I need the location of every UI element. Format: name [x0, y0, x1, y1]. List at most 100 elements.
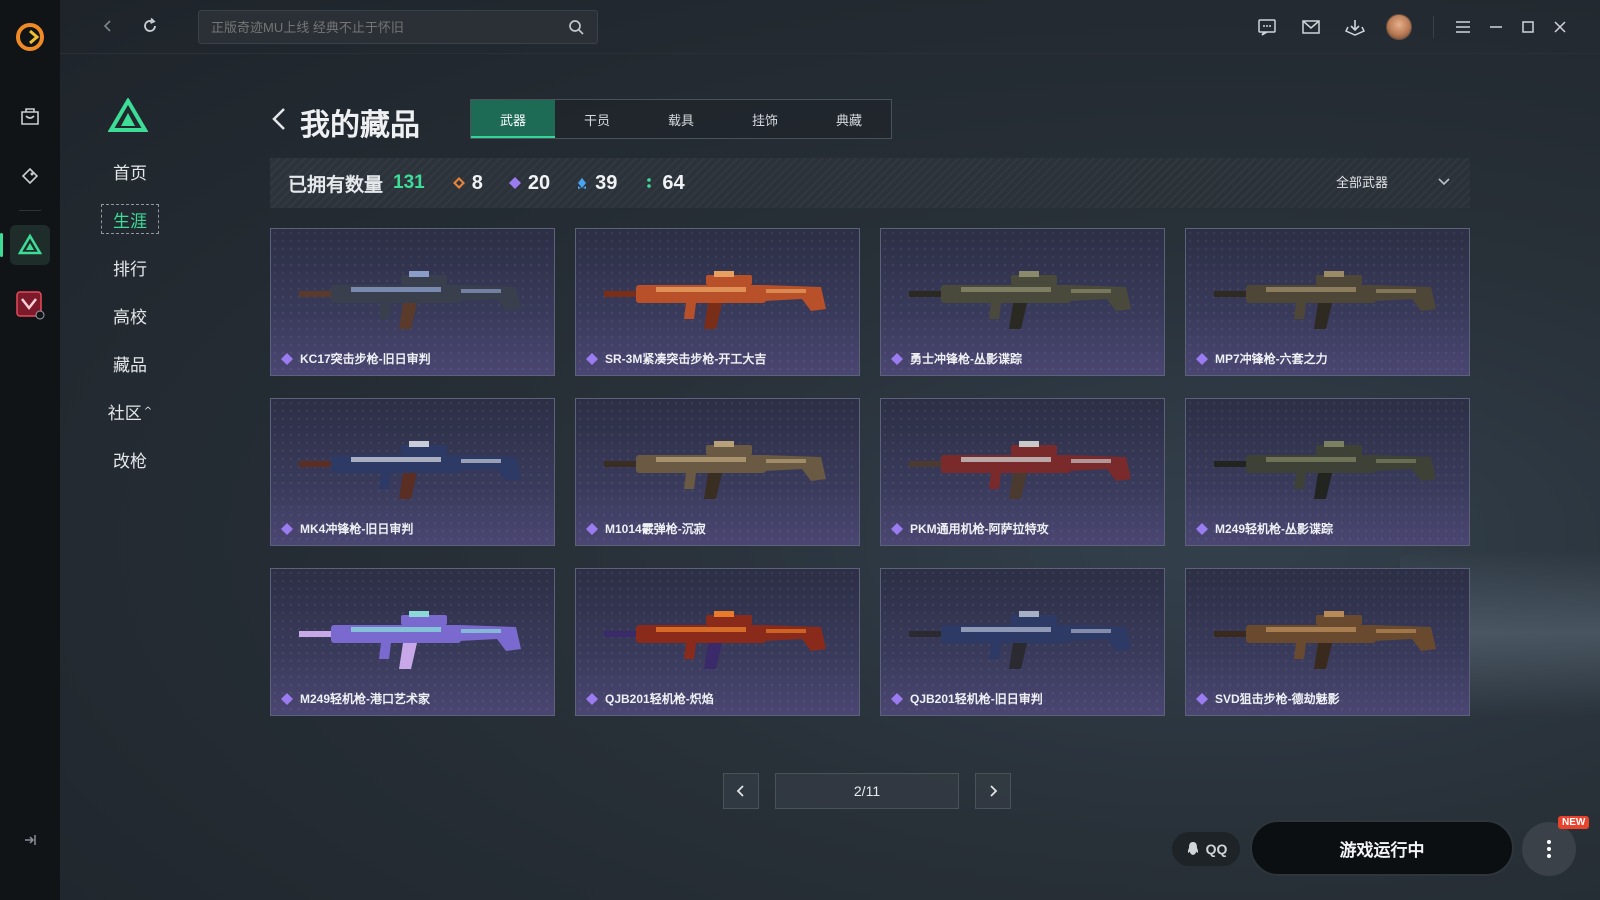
item-label: M249轻机枪-港口艺术家 — [281, 690, 430, 707]
sidebar-item-label: 高校 — [113, 307, 147, 328]
sidebar-item-home[interactable]: 首页 — [100, 156, 160, 186]
rarity-diamond-icon — [586, 692, 598, 705]
search-icon[interactable] — [567, 18, 585, 36]
tier-count: 64 — [662, 171, 685, 194]
tab-weapons[interactable]: 武器 — [471, 100, 555, 138]
green-dots-icon — [647, 178, 652, 188]
sidebar-item-collection[interactable]: 藏品 — [100, 348, 160, 378]
chevron-up-icon: ^ — [143, 405, 153, 417]
item-name: M249轻机枪-丛影谍踪 — [1215, 522, 1334, 536]
weapon-image — [1214, 611, 1436, 669]
item-name: SR-3M紧凑突击步枪-开工大吉 — [605, 352, 767, 366]
weapon-image — [604, 271, 826, 329]
expand-sidebar-icon[interactable] — [10, 820, 50, 860]
new-badge: NEW — [1558, 816, 1590, 829]
tab-charms[interactable]: 挂饰 — [723, 100, 807, 138]
maximize-icon[interactable] — [1512, 12, 1544, 42]
weapon-image — [299, 441, 521, 499]
collection-card[interactable]: QJB201轻机枪-旧日审判 — [880, 568, 1165, 716]
more-options-button[interactable] — [1522, 822, 1576, 876]
collection-card[interactable]: MK4冲锋枪-旧日审判 — [270, 398, 555, 546]
collection-card[interactable]: SVD狙击步枪-德劫魅影 — [1185, 568, 1470, 716]
rarity-diamond-icon — [281, 522, 293, 535]
sidebar-item-ranking[interactable]: 排行 — [100, 252, 160, 282]
orange-diamond-icon — [452, 177, 465, 189]
delta-force-logo-icon — [108, 98, 148, 132]
item-label: 勇士冲锋枪-丛影谍踪 — [891, 350, 1022, 367]
tab-vehicles[interactable]: 载具 — [639, 100, 723, 138]
refresh-icon[interactable] — [138, 14, 162, 38]
collection-grid: KC17突击步枪-旧日审判 SR-3M紧凑突击步枪-开工大吉 勇士冲锋枪-丛影谍踪 M… — [270, 228, 1470, 716]
collection-card[interactable]: QJB201轻机枪-炽焰 — [575, 568, 860, 716]
page-title: 我的藏品 — [300, 108, 420, 143]
collection-card[interactable]: M1014霰弹枪-沉寂 — [575, 398, 860, 546]
tab-operators[interactable]: 干员 — [555, 100, 639, 138]
sidebar-item-college[interactable]: 高校 — [100, 300, 160, 330]
sidebar-nav: 首页 生涯 排行 高校 藏品 社区 ^ 改枪 — [100, 156, 160, 492]
item-name: MP7冲锋枪-六套之力 — [1215, 352, 1328, 366]
rarity-diamond-icon — [281, 692, 293, 705]
tag-icon[interactable] — [10, 156, 50, 196]
back-icon[interactable] — [96, 14, 120, 38]
delta-force-game-icon[interactable] — [0, 225, 50, 265]
minimize-icon[interactable] — [1480, 12, 1512, 42]
sidebar-item-gunsmith[interactable]: 改枪 — [100, 444, 160, 474]
download-icon[interactable] — [1333, 12, 1377, 42]
filter-label: 全部武器 — [1335, 175, 1388, 190]
sidebar-item-community[interactable]: 社区 ^ — [100, 396, 160, 426]
collection-card[interactable]: MP7冲锋枪-六套之力 — [1185, 228, 1470, 376]
game-running-button[interactable]: 游戏运行中 — [1250, 820, 1514, 876]
game-shortcut-icon[interactable] — [10, 285, 50, 325]
main-area: 首页 生涯 排行 高校 藏品 社区^ 改枪 我的藏品 武器 干员 载具 挂饰 典… — [60, 0, 1600, 900]
collection-card[interactable]: 勇士冲锋枪-丛影谍踪 — [880, 228, 1165, 376]
rarity-diamond-icon — [891, 522, 903, 535]
tab-collector[interactable]: 典藏 — [807, 100, 891, 138]
menu-icon[interactable] — [1446, 12, 1480, 42]
item-name: M1014霰弹枪-沉寂 — [605, 522, 706, 536]
collection-card[interactable]: KC17突击步枪-旧日审判 — [270, 228, 555, 376]
sidebar-item-label: 排行 — [113, 259, 147, 280]
item-label: MP7冲锋枪-六套之力 — [1196, 350, 1328, 367]
user-avatar-button[interactable] — [1377, 12, 1421, 42]
sidebar-item-label: 改枪 — [113, 451, 147, 472]
collection-card[interactable]: SR-3M紧凑突击步枪-开工大吉 — [575, 228, 860, 376]
category-tabs: 武器 干员 载具 挂饰 典藏 — [470, 99, 892, 139]
next-page-button[interactable] — [975, 773, 1011, 809]
qq-label: QQ — [1205, 841, 1228, 857]
item-name: QJB201轻机枪-旧日审判 — [910, 692, 1043, 706]
prev-page-button[interactable] — [723, 773, 759, 809]
weapon-image — [909, 441, 1131, 499]
tier-count: 20 — [527, 171, 551, 194]
store-icon[interactable] — [10, 96, 50, 136]
collection-card[interactable]: PKM通用机枪-阿萨拉特攻 — [880, 398, 1165, 546]
weapon-image — [909, 271, 1131, 329]
search-input[interactable] — [211, 19, 567, 35]
rarity-diamond-icon — [891, 692, 903, 705]
owned-count-label: 已拥有数量 — [288, 173, 384, 196]
chat-icon[interactable] — [1245, 12, 1289, 42]
sidebar-item-career[interactable]: 生涯 — [101, 204, 159, 234]
item-label: SR-3M紧凑突击步枪-开工大吉 — [586, 350, 766, 367]
app-logo-icon[interactable] — [15, 22, 45, 52]
close-icon[interactable] — [1544, 12, 1576, 42]
page-back-icon[interactable] — [268, 104, 290, 134]
rarity-diamond-icon — [1196, 522, 1208, 535]
item-name: M249轻机枪-港口艺术家 — [300, 692, 431, 706]
app-rail — [0, 0, 60, 900]
weapon-image — [604, 441, 826, 499]
rarity-diamond-icon — [1196, 692, 1208, 705]
collection-card[interactable]: M249轻机枪-丛影谍踪 — [1185, 398, 1470, 546]
item-name: KC17突击步枪-旧日审判 — [300, 352, 431, 366]
tier-stat-orange: 8 — [452, 172, 483, 195]
rarity-diamond-icon — [586, 522, 598, 535]
qq-penguin-icon — [1187, 842, 1198, 855]
weapon-image — [1214, 441, 1436, 499]
item-name: QJB201轻机枪-炽焰 — [605, 692, 714, 706]
item-label: PKM通用机枪-阿萨拉特攻 — [891, 520, 1049, 537]
blue-diamond-icon — [578, 178, 587, 189]
collection-card[interactable]: M249轻机枪-港口艺术家 — [270, 568, 555, 716]
mail-icon[interactable] — [1289, 12, 1333, 42]
weapon-filter-dropdown[interactable]: 全部武器 — [1336, 172, 1452, 191]
qq-button[interactable]: QQ — [1172, 832, 1240, 866]
sidebar-item-label: 藏品 — [113, 355, 147, 376]
